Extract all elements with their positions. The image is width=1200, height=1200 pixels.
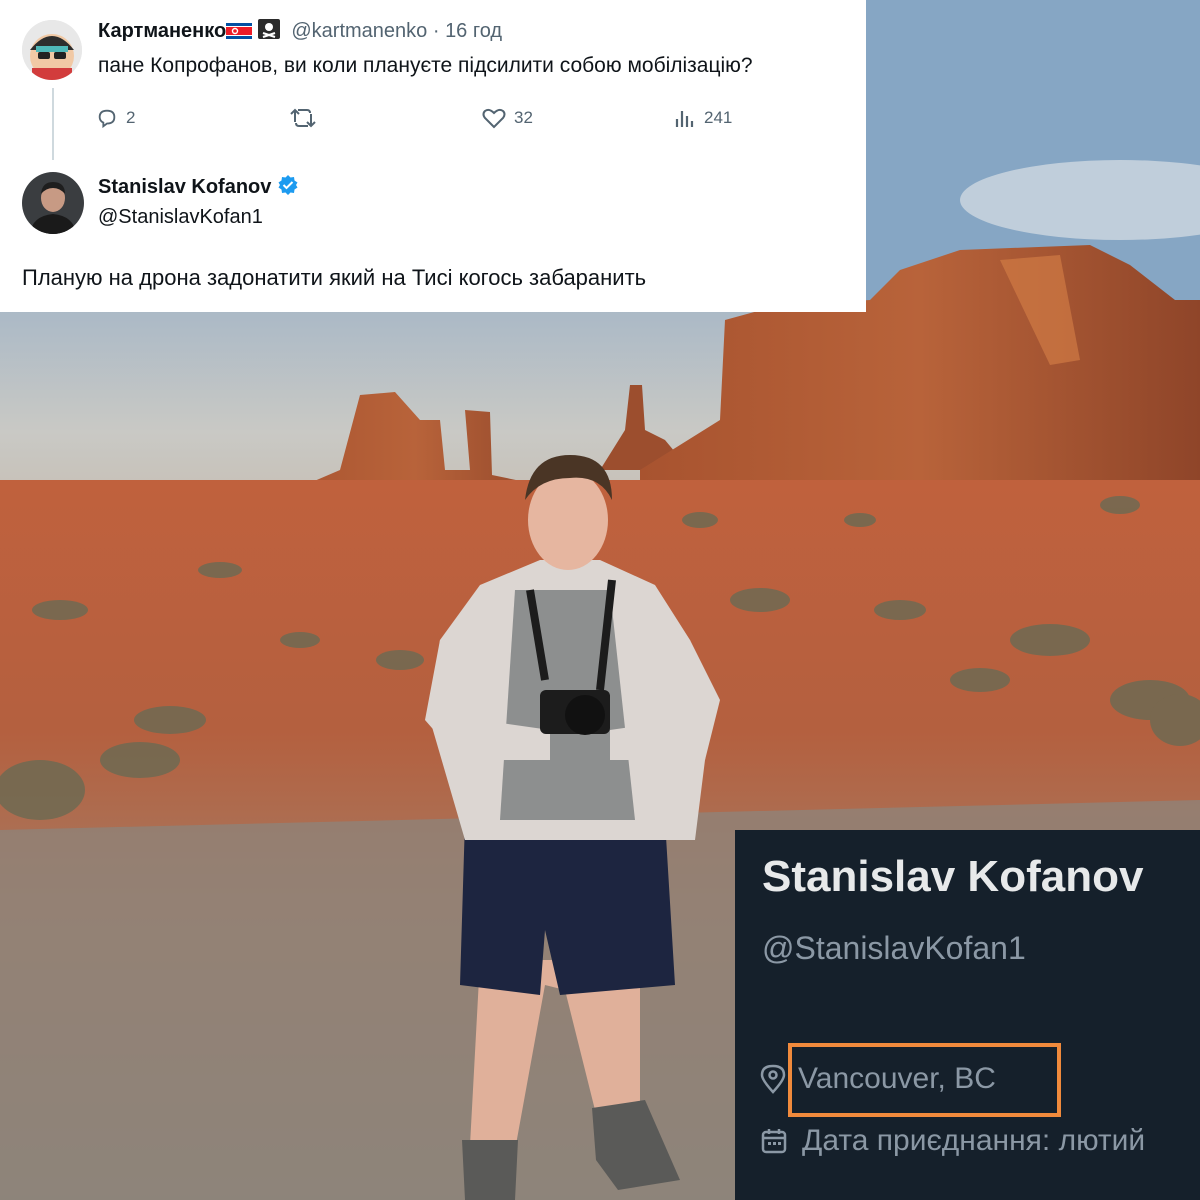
profile-card: Stanislav Kofanov @StanislavKofan1 Vanco… [735,830,1200,1200]
profile-handle[interactable]: @StanislavKofan1 [762,930,1026,967]
retweet-button[interactable] [290,102,316,134]
like-button[interactable]: 32 [482,102,533,134]
tweet-author-line: Картманенко @kartmanenko · 16 год [98,19,502,45]
location-pin-icon [760,1064,786,1094]
reply-icon [98,109,116,129]
calendar-icon [761,1129,787,1154]
like-icon [482,108,506,129]
tweet-actions: 2 32 241 [96,102,796,134]
reply-author-line: Stanislav Kofanov [98,174,299,202]
verified-badge-icon [277,174,299,202]
reply-button[interactable]: 2 [96,102,135,134]
tweet-text: пане Копрофанов, ви коли плануєте підсил… [98,54,753,77]
reply-count: 2 [126,108,136,127]
reply-author-handle[interactable]: @StanislavKofan1 [98,206,263,229]
kartmanenko-avatar[interactable] [22,20,82,80]
views-button[interactable]: 241 [674,102,732,134]
tweet-thread: Картманенко @kartmanenko · 16 год пане К… [0,0,866,312]
kofanov-avatar-photo [22,172,84,234]
view-count: 241 [704,108,733,127]
tweet-time[interactable]: 16 год [445,20,502,42]
profile-join-date: Дата приєднання: лютий [760,1124,1145,1158]
profile-name: Stanislav Kofanov [762,852,1144,901]
tweet-separator: · [432,20,446,42]
reply-text: Планую на дрона задонатити який на Тисі … [22,265,647,290]
profile-join-text: Дата приєднання: лютий [802,1124,1146,1157]
like-count: 32 [514,108,533,127]
views-icon [675,111,694,127]
tweet-author-handle[interactable]: @kartmanenko [291,20,427,42]
cartman-avatar-icon [22,20,82,80]
location-highlight-box [788,1043,1061,1117]
pirate-flag-icon [257,19,280,45]
kofanov-avatar[interactable] [22,172,84,234]
tweet-author-name[interactable]: Картманенко [98,20,226,42]
reply-author-name[interactable]: Stanislav Kofanov [98,176,271,198]
retweet-icon [290,108,316,128]
north-korea-flag-icon [226,22,253,45]
thread-connector-line [52,88,54,160]
